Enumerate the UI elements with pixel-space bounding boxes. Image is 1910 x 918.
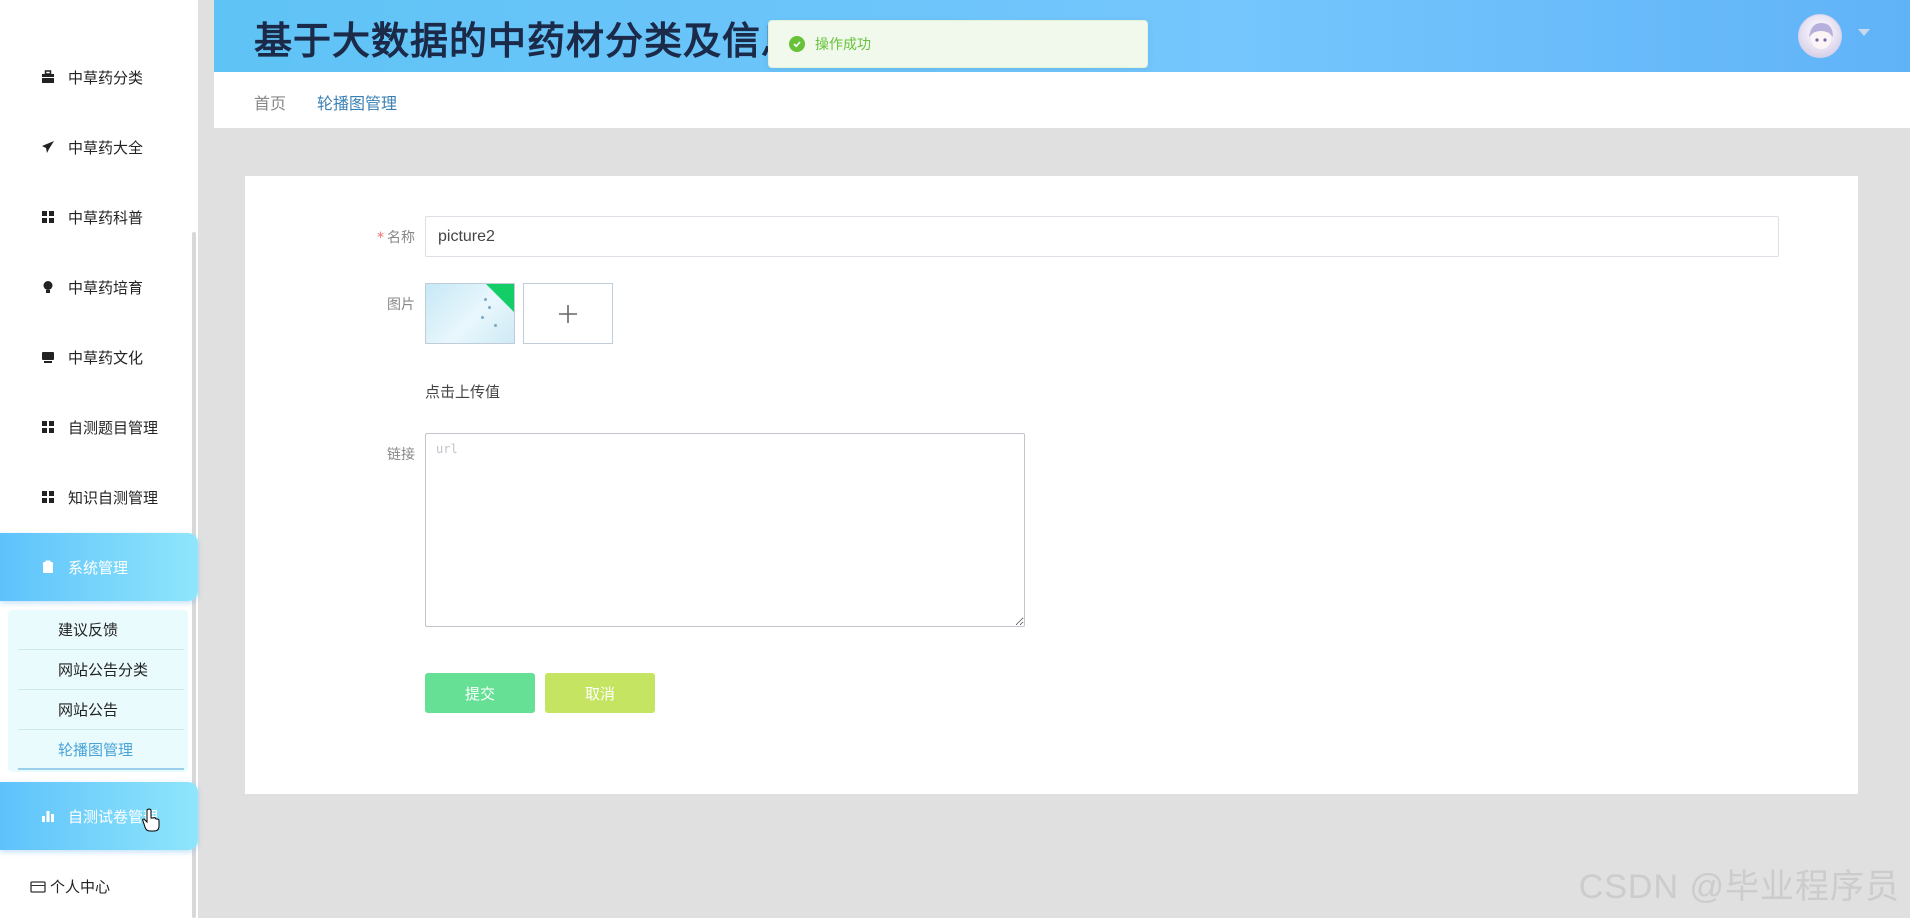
lightbulb-icon xyxy=(40,279,56,295)
sidebar-item-question-management[interactable]: 自测题目管理 xyxy=(0,392,198,462)
sidebar-item-personal-center[interactable]: 个人中心 xyxy=(30,876,110,897)
sidebar-item-label: 中草药培育 xyxy=(68,278,144,297)
user-avatar[interactable] xyxy=(1798,14,1842,58)
id-card-icon xyxy=(30,880,46,894)
sidebar: 中草药分类 中草药大全 中草药科普 中草药培育 中草药文化 自测题目管理 知识自… xyxy=(0,0,198,918)
avatar-illustration-icon xyxy=(1809,23,1833,49)
caret-down-icon[interactable] xyxy=(1858,29,1870,36)
breadcrumb-home[interactable]: 首页 xyxy=(254,90,286,114)
name-label-text: 名称 xyxy=(387,230,415,246)
image-label: 图片 xyxy=(387,297,415,313)
paper-plane-icon xyxy=(40,139,56,155)
submenu-item-label: 建议反馈 xyxy=(58,621,119,639)
grid-icon xyxy=(40,209,56,225)
sidebar-item-label: 自测题目管理 xyxy=(68,418,159,437)
sidebar-item-herb-culture[interactable]: 中草药文化 xyxy=(0,322,198,392)
submenu-item-label: 轮播图管理 xyxy=(58,740,134,759)
sidebar-item-label: 中草药大全 xyxy=(68,138,144,157)
submenu-item-notice-category[interactable]: 网站公告分类 xyxy=(18,650,184,690)
link-label: 链接 xyxy=(387,447,415,463)
watermark: CSDN @毕业程序员 xyxy=(1578,868,1900,906)
sidebar-item-herb-science[interactable]: 中草药科普 xyxy=(0,182,198,252)
grid-icon xyxy=(40,419,56,435)
breadcrumb-current: 轮播图管理 xyxy=(317,94,398,113)
sidebar-item-herb-category[interactable]: 中草药分类 xyxy=(0,42,198,112)
sidebar-item-test-paper-management[interactable]: 自测试卷管理 xyxy=(0,782,198,850)
sidebar-item-label: 知识自测管理 xyxy=(68,488,159,507)
sidebar-item-knowledge-test[interactable]: 知识自测管理 xyxy=(0,462,198,532)
thumbnail-detail xyxy=(494,324,497,327)
sidebar-item-label: 中草药科普 xyxy=(68,208,144,227)
upload-success-badge xyxy=(485,284,514,313)
hand-cursor-icon xyxy=(142,808,160,836)
sidebar-item-label: 中草药分类 xyxy=(68,68,144,87)
submenu-item-label: 网站公告 xyxy=(58,701,119,719)
toast-message: 操作成功 xyxy=(815,37,871,53)
sidebar-item-herb-encyclopedia[interactable]: 中草药大全 xyxy=(0,112,198,182)
thumbnail-detail xyxy=(481,316,484,319)
uploaded-image-thumbnail[interactable] xyxy=(425,283,515,344)
required-mark: * xyxy=(377,230,384,246)
link-textarea[interactable] xyxy=(425,433,1025,627)
submenu-item-label: 网站公告分类 xyxy=(58,661,149,679)
submenu-item-carousel[interactable]: 轮播图管理 xyxy=(18,730,184,770)
clipboard-icon xyxy=(40,559,56,575)
sidebar-item-label: 个人中心 xyxy=(50,878,111,896)
system-submenu: 建议反馈 网站公告分类 网站公告 轮播图管理 xyxy=(8,610,188,772)
sidebar-item-label: 系统管理 xyxy=(68,558,129,577)
sidebar-item-system-management[interactable]: 系统管理 xyxy=(0,533,198,601)
bar-chart-icon xyxy=(40,808,56,824)
upload-image-button[interactable] xyxy=(523,283,613,344)
success-check-icon xyxy=(789,36,805,52)
submenu-item-feedback[interactable]: 建议反馈 xyxy=(18,610,184,650)
breadcrumb: 首页 轮播图管理 xyxy=(214,72,1910,128)
plus-icon xyxy=(559,304,577,323)
submit-button[interactable]: 提交 xyxy=(425,673,535,713)
grid-icon xyxy=(40,489,56,505)
carousel-edit-form: *名称 图片 点击上传值 链接 提交 取消 xyxy=(245,176,1858,794)
submenu-item-notice[interactable]: 网站公告 xyxy=(18,690,184,730)
briefcase-icon xyxy=(40,69,56,85)
success-toast: 操作成功 xyxy=(768,20,1148,68)
upload-hint: 点击上传值 xyxy=(425,383,501,401)
name-label: * 名称 xyxy=(335,227,415,247)
cancel-button[interactable]: 取消 xyxy=(545,673,655,713)
name-input[interactable] xyxy=(425,216,1779,257)
sidebar-item-label: 中草药文化 xyxy=(68,348,144,367)
sidebar-item-herb-cultivation[interactable]: 中草药培育 xyxy=(0,252,198,322)
monitor-icon xyxy=(40,349,56,365)
